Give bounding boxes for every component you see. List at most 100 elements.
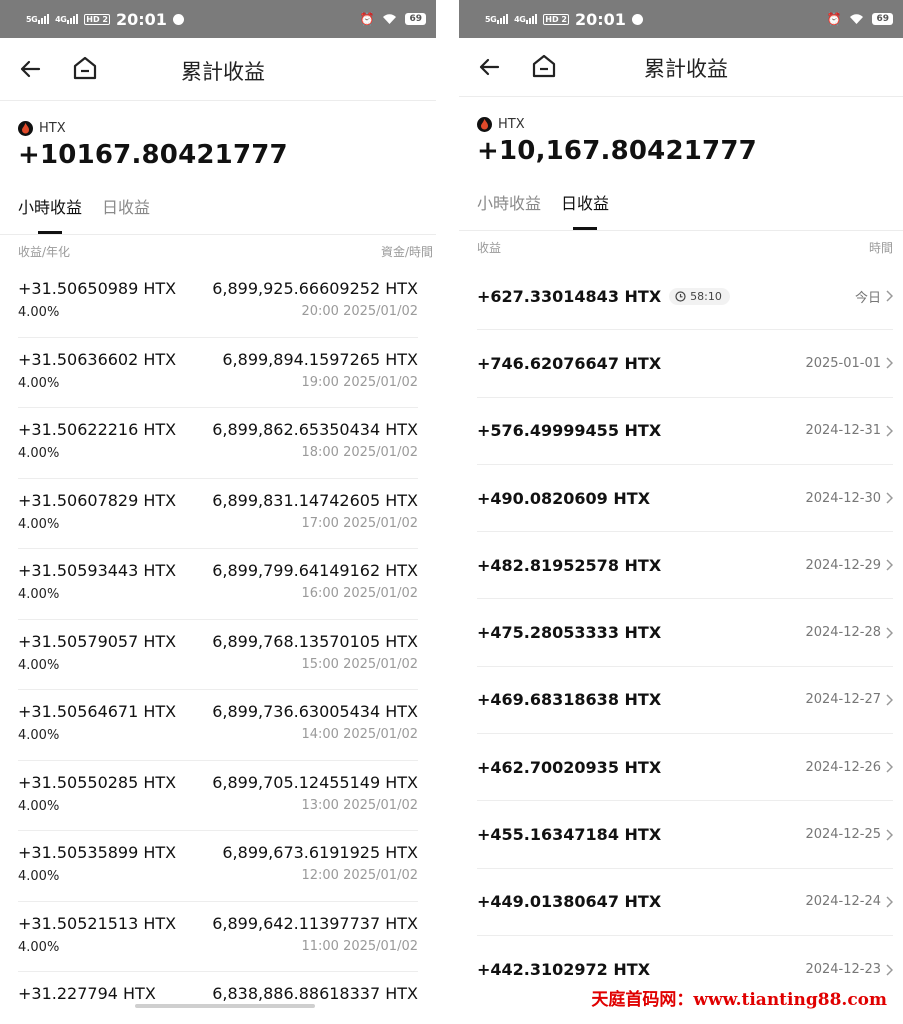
fund-amount: 6,899,894.1597265 HTX bbox=[222, 349, 418, 369]
earning-date: 2024-12-24 bbox=[805, 894, 881, 910]
earning-amount: +31.50636602 HTX bbox=[18, 349, 177, 369]
earning-time: 12:00 2025/01/02 bbox=[301, 868, 418, 883]
chevron-right-icon bbox=[886, 627, 893, 639]
list-item: +31.50521513 HTX 4.00% 6,899,642.11397737 … bbox=[18, 902, 418, 972]
hd-voice-icon: HD 2 bbox=[84, 13, 110, 25]
earning-amount: +31.50564671 HTX bbox=[18, 702, 177, 721]
apr-value: 4.00% bbox=[18, 446, 60, 461]
list-item[interactable]: +490.0820609 HTX 2024-12-30 bbox=[477, 465, 893, 533]
earning-amount: +490.0820609 HTX bbox=[477, 488, 651, 508]
fund-amount: 6,899,705.12455149 HTX bbox=[212, 772, 418, 792]
signal-4g-icon: 4G bbox=[55, 14, 79, 24]
earning-amount: +627.33014843 HTX bbox=[477, 286, 662, 306]
apr-value: 4.00% bbox=[18, 657, 60, 673]
chevron-right-icon bbox=[886, 559, 893, 571]
status-bar: 5G 4G HD 2 20:01 ⏰ 69 bbox=[459, 0, 903, 38]
coin-name: HTX bbox=[498, 117, 525, 132]
hd-voice-icon: HD 2 bbox=[543, 13, 569, 25]
htx-logo-icon bbox=[477, 117, 492, 132]
fund-amount: 6,899,799.64149162 HTX bbox=[212, 561, 418, 580]
earning-amount: +31.50550285 HTX bbox=[18, 772, 177, 792]
status-bar: 5G 4G HD 2 20:01 ⏰ 69 bbox=[0, 0, 436, 38]
asset-summary: HTX +10,167.80421777 bbox=[459, 97, 903, 166]
earnings-tabs: 小時收益 日收益 bbox=[459, 194, 903, 231]
tab-hourly-earnings[interactable]: 小時收益 bbox=[18, 198, 82, 234]
earning-amount: +31.50535899 HTX bbox=[18, 843, 177, 862]
earning-date: 2024-12-31 bbox=[805, 423, 881, 439]
alarm-icon: ⏰ bbox=[826, 12, 842, 26]
tab-daily-earnings[interactable]: 日收益 bbox=[102, 198, 150, 234]
tab-hourly-earnings[interactable]: 小時收益 bbox=[477, 194, 541, 230]
coin-name: HTX bbox=[39, 121, 66, 136]
gesture-home-bar[interactable] bbox=[135, 1004, 315, 1008]
total-earnings: +10,167.80421777 bbox=[477, 136, 757, 166]
chevron-right-icon bbox=[886, 896, 893, 908]
fund-amount: 6,899,831.14742605 HTX bbox=[212, 490, 418, 510]
list-item: +31.227794 HTX 6,838,886.88618337 HTX bbox=[18, 972, 418, 1024]
earning-date: 2024-12-27 bbox=[805, 692, 881, 708]
list-item: +31.50535899 HTX 4.00% 6,899,673.6191925 H… bbox=[18, 831, 418, 902]
earning-time: 20:00 2025/01/02 bbox=[301, 304, 418, 319]
battery-icon: 69 bbox=[872, 13, 893, 25]
chevron-right-icon bbox=[886, 964, 893, 976]
earning-amount: +469.68318638 HTX bbox=[477, 690, 662, 710]
countdown-badge: 58:10 bbox=[669, 287, 730, 305]
earning-amount: +462.70020935 HTX bbox=[477, 757, 662, 777]
list-item[interactable]: +482.81952578 HTX 2024-12-29 bbox=[477, 532, 893, 600]
apr-value: 4.00% bbox=[18, 375, 60, 391]
fund-amount: 6,899,642.11397737 HTX bbox=[212, 913, 418, 933]
app-header: 累計收益 bbox=[459, 38, 903, 97]
status-time: 20:01 bbox=[115, 9, 167, 29]
hourly-list: +31.50650989 HTX 4.00% 6,899,925.66609252 … bbox=[0, 267, 436, 1024]
list-item[interactable]: +576.49999455 HTX 2024-12-31 bbox=[477, 398, 893, 465]
earning-date: 2024-12-28 bbox=[805, 625, 881, 641]
earning-date: 2025-01-01 bbox=[805, 355, 881, 371]
earning-time: 18:00 2025/01/02 bbox=[301, 445, 418, 460]
earning-amount: +746.62076647 HTX bbox=[477, 353, 662, 373]
earning-amount: +475.28053333 HTX bbox=[477, 623, 662, 643]
fund-amount: 6,899,862.65350434 HTX bbox=[212, 420, 418, 439]
phone-screen-hourly: 5G 4G HD 2 20:01 ⏰ 69 累計收益 HTX +10167.80… bbox=[0, 0, 436, 1024]
apr-value: 4.00% bbox=[18, 728, 60, 743]
earning-amount: +31.50650989 HTX bbox=[18, 279, 177, 298]
earning-date: 2024-12-30 bbox=[805, 490, 881, 506]
signal-4g-icon: 4G bbox=[514, 14, 538, 24]
earning-time: 19:00 2025/01/02 bbox=[301, 374, 418, 390]
earning-time: 16:00 2025/01/02 bbox=[301, 586, 418, 601]
list-item[interactable]: +627.33014843 HTX 58:10 今日 bbox=[477, 263, 893, 331]
list-item: +31.50579057 HTX 4.00% 6,899,768.13570105 … bbox=[18, 620, 418, 690]
list-item[interactable]: +462.70020935 HTX 2024-12-26 bbox=[477, 734, 893, 802]
earnings-tabs: 小時收益 日收益 bbox=[0, 198, 436, 235]
list-item[interactable]: +449.01380647 HTX 2024-12-24 bbox=[477, 869, 893, 936]
list-item: +31.50593443 HTX 4.00% 6,899,799.64149162 … bbox=[18, 549, 418, 620]
list-item: +31.50564671 HTX 4.00% 6,899,736.63005434 … bbox=[18, 690, 418, 761]
fund-amount: 6,899,925.66609252 HTX bbox=[212, 279, 418, 298]
list-item: +31.50636602 HTX 4.00% 6,899,894.1597265 H… bbox=[18, 338, 418, 408]
apr-value: 4.00% bbox=[18, 869, 60, 884]
earning-date: 2024-12-23 bbox=[805, 962, 881, 978]
earning-date: 2024-12-25 bbox=[805, 827, 881, 843]
list-item[interactable]: +475.28053333 HTX 2024-12-28 bbox=[477, 599, 893, 667]
chevron-right-icon bbox=[886, 492, 893, 504]
chevron-right-icon bbox=[886, 694, 893, 706]
list-item: +31.50650989 HTX 4.00% 6,899,925.66609252 … bbox=[18, 267, 418, 338]
apr-value: 4.00% bbox=[18, 939, 60, 955]
chevron-right-icon bbox=[886, 828, 893, 841]
chevron-right-icon bbox=[886, 761, 893, 773]
list-item: +31.50550285 HTX 4.00% 6,899,705.12455149 … bbox=[18, 761, 418, 831]
total-earnings: +10167.80421777 bbox=[18, 140, 288, 170]
list-column-headers: 收益/年化 資金/時間 bbox=[0, 235, 436, 267]
list-item[interactable]: +455.16347184 HTX 2024-12-25 bbox=[477, 801, 893, 869]
page-title: 累計收益 bbox=[181, 60, 265, 84]
earning-date: 2024-12-26 bbox=[805, 759, 881, 775]
col-time: 時間 bbox=[868, 240, 893, 255]
list-item[interactable]: +746.62076647 HTX 2025-01-01 bbox=[477, 330, 893, 398]
apr-value: 4.00% bbox=[18, 516, 60, 532]
message-icon bbox=[631, 13, 643, 25]
tab-daily-earnings[interactable]: 日收益 bbox=[561, 194, 609, 230]
wifi-icon bbox=[383, 14, 397, 24]
chevron-right-icon bbox=[886, 425, 893, 437]
wifi-icon bbox=[850, 14, 864, 24]
apr-value: 4.00% bbox=[18, 305, 60, 320]
list-item[interactable]: +469.68318638 HTX 2024-12-27 bbox=[477, 667, 893, 735]
